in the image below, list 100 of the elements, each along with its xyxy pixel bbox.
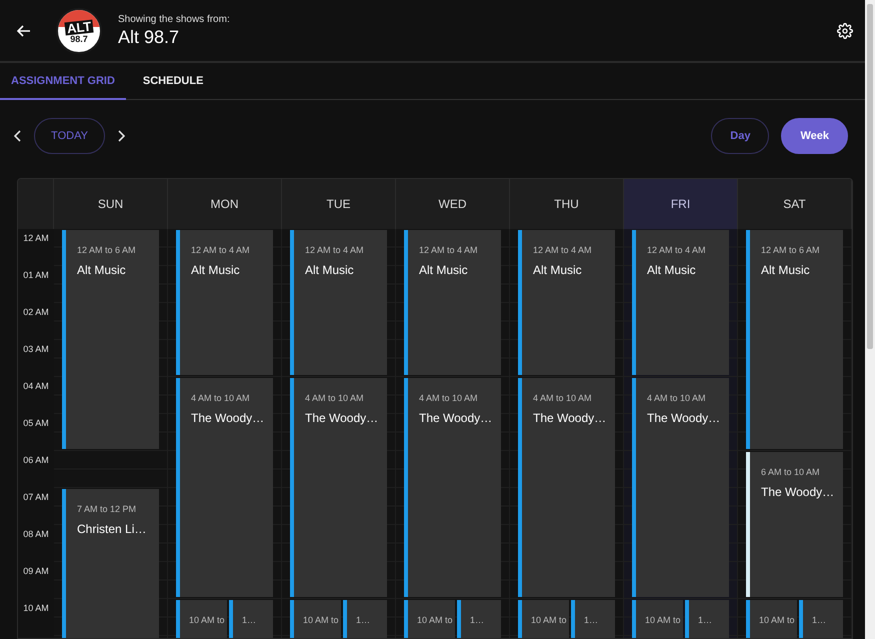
- show-card[interactable]: 1…: [685, 600, 729, 638]
- header-subtitle: Showing the shows from:: [118, 14, 231, 24]
- show-card[interactable]: 1…: [571, 600, 615, 638]
- day-header: THU: [510, 179, 624, 229]
- show-title: Alt Music: [305, 263, 355, 277]
- show-time: 10 AM to: [759, 615, 796, 625]
- show-time: 6 AM to 10 AM: [761, 467, 821, 477]
- view-toggle-button[interactable]: Week: [781, 118, 848, 154]
- day-header: FRI: [624, 179, 738, 229]
- settings-button[interactable]: [837, 22, 853, 38]
- show-card[interactable]: 1…: [229, 600, 273, 638]
- day-header: WED: [396, 179, 510, 229]
- hour-label: 07 AM: [22, 491, 50, 504]
- chevron-right-icon: [117, 130, 125, 142]
- tab[interactable]: SCHEDULE: [132, 63, 214, 100]
- hour-label: 04 AM: [22, 380, 50, 393]
- show-card[interactable]: 10 AM to: [290, 600, 342, 638]
- show-time: 4 AM to 10 AM: [305, 393, 365, 403]
- show-time: 7 AM to 12 PM: [77, 504, 138, 514]
- show-card[interactable]: 1…: [343, 600, 387, 638]
- show-card[interactable]: 12 AM to 6 AM Alt Music: [746, 230, 843, 449]
- show-time: 12 AM to 4 AM: [647, 245, 707, 255]
- hour-label: 09 AM: [22, 565, 50, 578]
- day-header: TUE: [282, 179, 396, 229]
- hour-label: 06 AM: [22, 454, 50, 467]
- show-time: 1…: [470, 615, 486, 625]
- show-card[interactable]: 12 AM to 4 AM Alt Music: [290, 230, 387, 375]
- show-title: Alt Music: [419, 263, 469, 277]
- hour-label: 05 AM: [22, 417, 50, 430]
- tab[interactable]: ASSIGNMENT GRID: [0, 63, 126, 100]
- show-title: The Woody…: [647, 411, 722, 425]
- show-time: 4 AM to 10 AM: [419, 393, 479, 403]
- show-title: The Woody…: [761, 485, 836, 499]
- show-title: Alt Music: [191, 263, 241, 277]
- show-card[interactable]: 1…: [457, 600, 501, 638]
- show-card[interactable]: 7 AM to 12 PM Christen Li…: [62, 489, 159, 638]
- show-card[interactable]: 1…: [799, 600, 843, 638]
- show-title: Christen Li…: [77, 522, 148, 536]
- show-time: 10 AM to: [531, 615, 568, 625]
- day-header: SUN: [54, 179, 168, 229]
- back-button[interactable]: [16, 22, 32, 38]
- show-time: 12 AM to 4 AM: [191, 245, 251, 255]
- show-time: 10 AM to: [189, 615, 226, 625]
- show-time: 4 AM to 10 AM: [191, 393, 251, 403]
- show-title: Alt Music: [647, 263, 697, 277]
- show-card[interactable]: 12 AM to 6 AM Alt Music: [62, 230, 159, 449]
- day-header: MON: [168, 179, 282, 229]
- show-time: 12 AM to 4 AM: [533, 245, 593, 255]
- settings-icon: [837, 22, 853, 38]
- show-card[interactable]: 12 AM to 4 AM Alt Music: [518, 230, 615, 375]
- show-card[interactable]: 10 AM to: [518, 600, 570, 638]
- back-arrow-icon: [16, 22, 32, 38]
- show-time: 10 AM to: [417, 615, 454, 625]
- show-card[interactable]: 4 AM to 10 AM The Woody…: [176, 378, 273, 597]
- show-time: 10 AM to: [303, 615, 340, 625]
- show-card[interactable]: 4 AM to 10 AM The Woody…: [404, 378, 501, 597]
- show-time: 1…: [356, 615, 372, 625]
- show-card[interactable]: 12 AM to 4 AM Alt Music: [404, 230, 501, 375]
- show-time: 1…: [812, 615, 828, 625]
- show-time: 1…: [698, 615, 714, 625]
- show-card[interactable]: 4 AM to 10 AM The Woody…: [290, 378, 387, 597]
- hour-label: 10 AM: [22, 602, 50, 615]
- show-card[interactable]: 6 AM to 10 AM The Woody…: [746, 452, 843, 597]
- show-time: 4 AM to 10 AM: [533, 393, 593, 403]
- show-card[interactable]: 4 AM to 10 AM The Woody…: [632, 378, 729, 597]
- show-title: Alt Music: [77, 263, 127, 277]
- show-card[interactable]: 10 AM to: [746, 600, 798, 638]
- show-title: Alt Music: [533, 263, 583, 277]
- show-title: The Woody…: [419, 411, 494, 425]
- chevron-left-icon: [14, 130, 22, 142]
- hour-label: 03 AM: [22, 343, 50, 356]
- show-time: 12 AM to 6 AM: [77, 245, 137, 255]
- show-time: 10 AM to: [645, 615, 682, 625]
- show-time: 1…: [242, 615, 258, 625]
- show-card[interactable]: 10 AM to: [404, 600, 456, 638]
- station-logo: ALT 98.7: [56, 8, 102, 54]
- view-toggle-button[interactable]: Day: [711, 118, 770, 154]
- show-time: 12 AM to 6 AM: [761, 245, 821, 255]
- hour-label: 02 AM: [22, 306, 50, 319]
- show-time: 4 AM to 10 AM: [647, 393, 707, 403]
- scrollbar[interactable]: [865, 0, 875, 639]
- station-title: Alt 98.7: [118, 26, 180, 48]
- show-card[interactable]: 4 AM to 10 AM The Woody…: [518, 378, 615, 597]
- show-title: The Woody…: [191, 411, 266, 425]
- show-card[interactable]: 12 AM to 4 AM Alt Music: [632, 230, 729, 375]
- hour-label: 08 AM: [22, 528, 50, 541]
- show-title: The Woody…: [533, 411, 608, 425]
- day-header: SAT: [738, 179, 852, 229]
- hour-label: 12 AM: [22, 232, 50, 245]
- show-card[interactable]: 10 AM to: [176, 600, 228, 638]
- show-title: The Woody…: [305, 411, 380, 425]
- show-time: 12 AM to 4 AM: [305, 245, 365, 255]
- show-card[interactable]: 10 AM to: [632, 600, 684, 638]
- show-card[interactable]: 12 AM to 4 AM Alt Music: [176, 230, 273, 375]
- show-title: Alt Music: [761, 263, 811, 277]
- scrollbar-thumb[interactable]: [867, 4, 873, 349]
- today-button[interactable]: TODAY: [34, 118, 105, 154]
- show-time: 1…: [584, 615, 600, 625]
- show-time: 12 AM to 4 AM: [419, 245, 479, 255]
- hour-label: 01 AM: [22, 269, 50, 282]
